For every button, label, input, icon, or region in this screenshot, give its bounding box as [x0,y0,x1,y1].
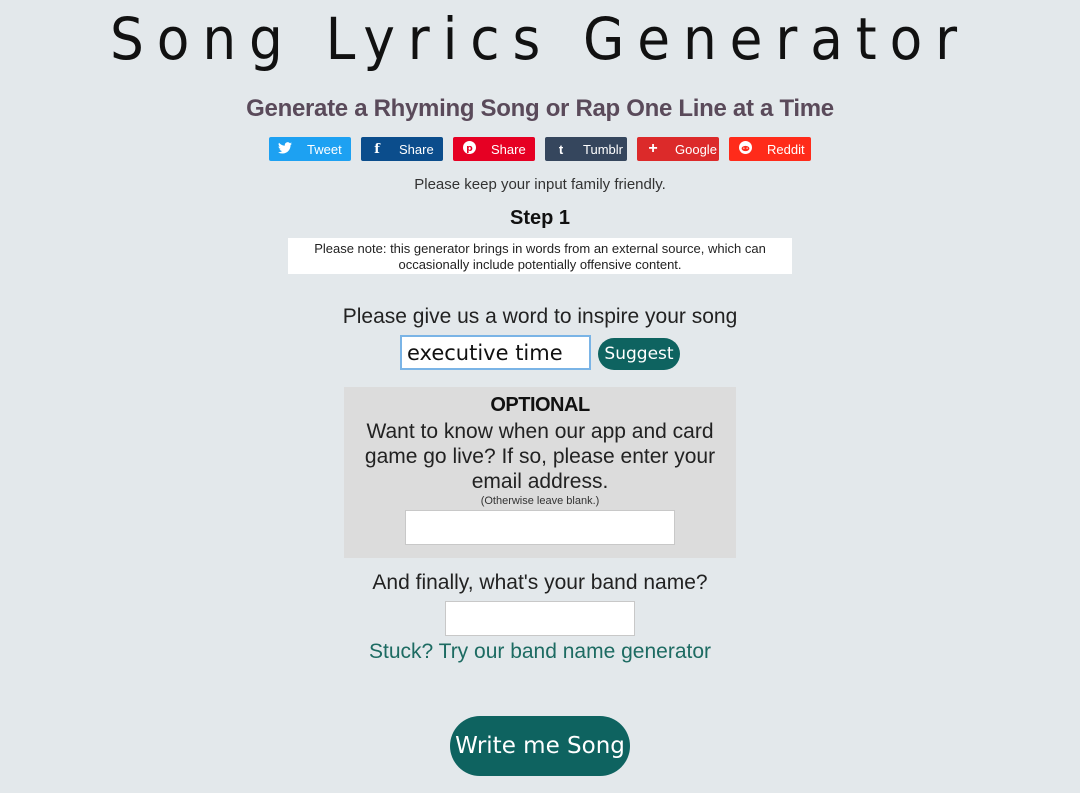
pinterest-icon: p [461,141,477,157]
facebook-share-button[interactable]: f Share [361,137,443,161]
page-title: Song Lyrics Generator [110,5,970,73]
inspire-word-label: Please give us a word to inspire your so… [342,305,738,328]
optional-hint: (Otherwise leave blank.) [480,495,600,507]
facebook-icon: f [374,141,380,157]
band-name-input[interactable] [445,601,635,636]
share-label: Share [491,141,526,157]
svg-text:p: p [466,144,473,154]
tumblr-icon: t [558,141,564,157]
share-label: Tweet [307,141,342,157]
share-label: Tumblr [583,141,623,157]
suggest-button[interactable]: Suggest [598,338,680,370]
google-plus-icon: + [648,140,658,157]
twitter-icon [277,141,293,157]
tumblr-share-button[interactable]: t Tumblr [545,137,627,161]
share-label: Share [399,141,434,157]
step-heading: Step 1 [509,207,571,229]
band-name-generator-link[interactable]: Stuck? Try our band name generator [0,640,1080,664]
optional-heading: OPTIONAL [490,394,590,416]
optional-email-panel: OPTIONAL Want to know when our app and c… [344,387,736,558]
write-song-button[interactable]: Write me Song [450,716,630,776]
band-name-label: And finally, what's your band name? [372,571,708,594]
page-subtitle: Generate a Rhyming Song or Rap One Line … [246,95,834,122]
optional-description: Want to know when our app and card game … [364,420,716,493]
pinterest-share-button[interactable]: p Share [453,137,535,161]
share-buttons: Tweet f Share p Share t Tumblr + Google … [0,137,1080,161]
family-friendly-note: Please keep your input family friendly. [414,176,666,193]
reddit-icon [737,141,753,157]
email-input[interactable] [405,510,675,545]
inspire-word-input[interactable] [400,335,591,370]
content-warning: Please note: this generator brings in wo… [288,238,792,274]
reddit-share-button[interactable]: Reddit [729,137,811,161]
share-label: Reddit [767,141,805,157]
share-label: Google [675,141,717,157]
twitter-share-button[interactable]: Tweet [269,137,351,161]
google-share-button[interactable]: + Google [637,137,719,161]
